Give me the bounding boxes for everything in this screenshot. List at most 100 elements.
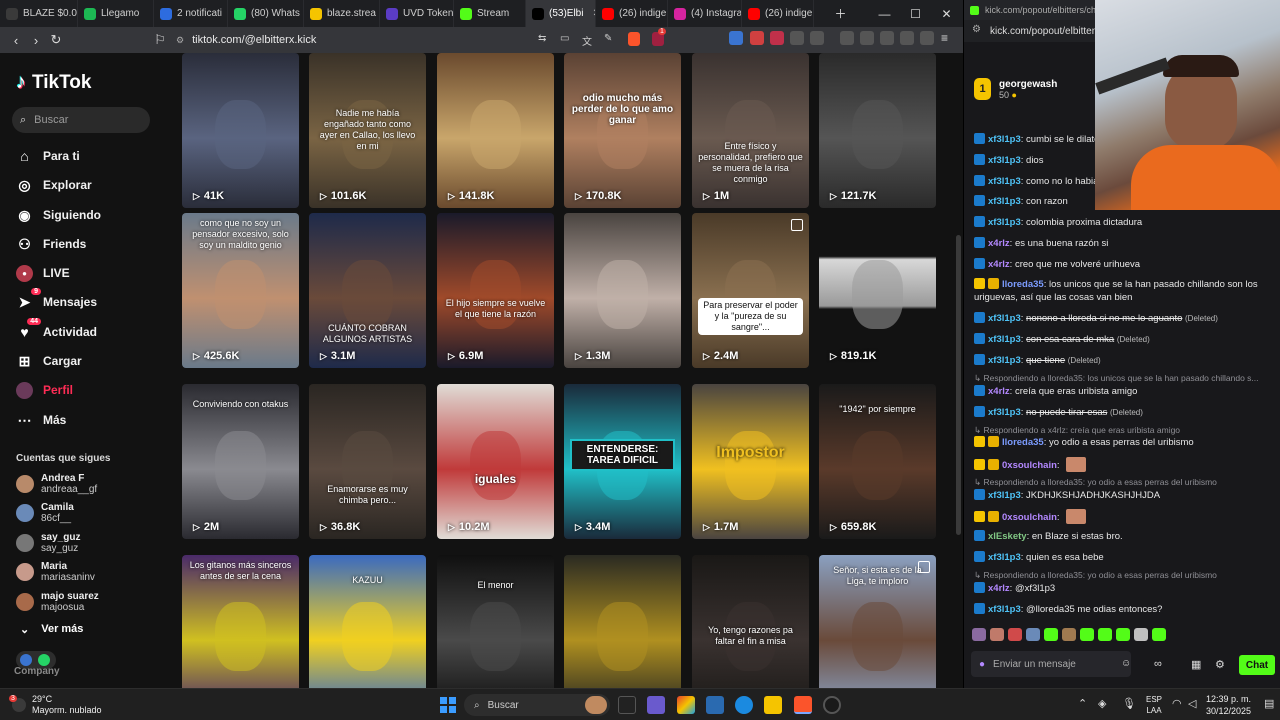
store-app-icon[interactable]: [706, 696, 724, 714]
chat-username[interactable]: lloreda35: [1002, 437, 1044, 448]
obs-icon[interactable]: [823, 696, 841, 714]
nav-item-live[interactable]: ● LIVE: [16, 263, 70, 283]
emote-shortcut-icon[interactable]: [1134, 628, 1148, 641]
settings-icon[interactable]: ⚙: [1215, 658, 1225, 671]
windows-start-icon[interactable]: [440, 697, 456, 713]
emote-shortcut-icon[interactable]: [990, 628, 1004, 641]
task-view-icon[interactable]: [618, 696, 636, 714]
infinity-icon[interactable]: ∞: [1154, 658, 1162, 670]
video-thumbnail[interactable]: Conviviendo con otakus ▷ 2M: [182, 384, 299, 539]
pinned-username[interactable]: georgewash: [999, 79, 1057, 90]
brave-taskbar-icon[interactable]: [794, 696, 812, 714]
wifi-icon[interactable]: ◠: [1172, 697, 1182, 710]
video-thumbnail[interactable]: Yo, tengo razones pa faltar el fin a mis…: [692, 555, 809, 688]
nav-item-explorar[interactable]: ◎ Explorar: [16, 175, 91, 195]
video-thumbnail[interactable]: Enamorarse es muy chimba pero... ▷ 36.8K: [309, 384, 426, 539]
video-thumbnail[interactable]: Impostor ▷ 1.7M: [692, 384, 809, 539]
media-icon[interactable]: [840, 31, 854, 45]
chat-username[interactable]: xf3l1p3: [988, 604, 1021, 615]
chat-username[interactable]: x4rlz: [988, 238, 1010, 249]
nav-item-actividad[interactable]: ♥ 44 Actividad: [16, 317, 97, 342]
weather-widget[interactable]: 3 29°C Mayorm. nublado: [9, 694, 102, 716]
language-indicator[interactable]: ESP LAA: [1146, 694, 1162, 716]
emote-shortcut-icon[interactable]: [1080, 628, 1094, 641]
video-thumbnail[interactable]: "1942" por siempre ▷ 659.8K: [819, 384, 936, 539]
chat-username[interactable]: xf3l1p3: [988, 176, 1021, 187]
emote-shortcut-icon[interactable]: [972, 628, 986, 641]
following-account[interactable]: Camila 86cf__: [16, 500, 74, 526]
video-thumbnail[interactable]: ENTENDERSE: TAREA DIFICIL ▷ 3.4M: [564, 384, 681, 539]
search-input[interactable]: ⌕ Buscar: [12, 107, 150, 133]
video-thumbnail[interactable]: iguales ▷ 10.2M: [437, 384, 554, 539]
share-icon[interactable]: ⇆: [538, 33, 546, 44]
brave-rewards-icon[interactable]: 1: [652, 28, 666, 46]
nav-item-para-ti[interactable]: ⌂ Para ti: [16, 146, 79, 166]
url-field[interactable]: ⚙ tiktok.com/@elbitterx.kick: [176, 32, 316, 48]
see-more-button[interactable]: ⌄ Ver más: [20, 623, 83, 636]
emote-shortcut-icon[interactable]: [1062, 628, 1076, 641]
forward-icon[interactable]: ›: [26, 30, 46, 50]
chat-username[interactable]: xf3l1p3: [988, 334, 1021, 345]
file-explorer-icon[interactable]: [764, 696, 782, 714]
site-info-icon[interactable]: ⚙: [176, 35, 184, 46]
browser-tab[interactable]: Stream: [454, 0, 526, 27]
browser-tab[interactable]: (26) indige: [596, 0, 668, 27]
volume-icon[interactable]: ◁: [1188, 697, 1196, 710]
brave-shield-icon[interactable]: [628, 32, 640, 46]
bookmark-icon[interactable]: ⚐: [150, 30, 170, 50]
browser-tab[interactable]: (4) Instagra: [668, 0, 742, 27]
tray-mic-icon[interactable]: 🎙: [1122, 697, 1136, 710]
back-icon[interactable]: ‹: [6, 30, 26, 50]
chat-username[interactable]: xf3l1p3: [988, 490, 1021, 501]
video-thumbnail[interactable]: ▷ 1.3M: [564, 213, 681, 368]
nav-item-siguiendo[interactable]: ◉ Siguiendo: [16, 205, 101, 225]
emote-shortcut-icon[interactable]: [1026, 628, 1040, 641]
scrollbar[interactable]: [956, 235, 961, 535]
browser-tab[interactable]: (80) Whats: [228, 0, 304, 27]
emote-shortcut-icon[interactable]: [1152, 628, 1166, 641]
following-account[interactable]: say_guz say_guz: [16, 530, 80, 556]
nav-item-perfil[interactable]: ● Perfil: [16, 380, 73, 400]
browser-tab[interactable]: blaze.strea: [304, 0, 380, 27]
nav-item-mensajes[interactable]: ➤ 9 Mensajes: [16, 287, 97, 312]
video-thumbnail[interactable]: ▷ 41K: [182, 53, 299, 208]
translate-icon[interactable]: 文: [582, 33, 592, 48]
chat-username[interactable]: xf3l1p3: [988, 355, 1021, 366]
video-thumbnail[interactable]: El hijo siempre se vuelve el que tiene l…: [437, 213, 554, 368]
extension-translate-icon[interactable]: [729, 31, 743, 45]
nav-item-cargar[interactable]: ⊞ Cargar: [16, 351, 82, 371]
chat-username[interactable]: xf3l1p3: [988, 134, 1021, 145]
company-link[interactable]: Company: [14, 666, 60, 677]
following-account[interactable]: Maria mariasaninv: [16, 559, 95, 585]
store-icon[interactable]: ▦: [1191, 658, 1201, 671]
new-tab-button[interactable]: ＋: [825, 0, 856, 27]
sidebar-icon[interactable]: [860, 31, 874, 45]
notifications-icon[interactable]: ▤: [1264, 697, 1274, 710]
chat-username[interactable]: 0xsoulchain: [1002, 460, 1057, 471]
snipping-tool-icon[interactable]: [647, 696, 665, 714]
reload-icon[interactable]: ↻: [46, 30, 66, 50]
microphone-icon[interactable]: ●: [979, 659, 985, 670]
video-thumbnail[interactable]: ▷ 121.7K: [819, 53, 936, 208]
chat-username[interactable]: xf3l1p3: [988, 552, 1021, 563]
chat-username[interactable]: x4rlz: [988, 259, 1010, 270]
clock[interactable]: 12:39 p. m. 30/12/2025: [1206, 693, 1251, 717]
video-thumbnail[interactable]: Entre físico y personalidad, prefiero qu…: [692, 53, 809, 208]
menu-icon[interactable]: ≡: [941, 31, 955, 45]
following-account[interactable]: majo suarez majoosua: [16, 589, 99, 615]
emote-shortcut-icon[interactable]: [1116, 628, 1130, 641]
tray-app-icon[interactable]: ◈: [1098, 697, 1106, 710]
wallet-icon[interactable]: [880, 31, 894, 45]
chat-username[interactable]: xf3l1p3: [988, 407, 1021, 418]
chat-input[interactable]: ● Enviar un mensaje: [971, 651, 1131, 677]
extension-puzzle-icon[interactable]: [790, 31, 804, 45]
video-thumbnail[interactable]: CUÁNTO COBRAN ALGUNOS ARTISTAS ▷ 3.1M: [309, 213, 426, 368]
extension-box-icon[interactable]: [810, 31, 824, 45]
close-window-button[interactable]: ✕: [931, 0, 962, 27]
chat-username[interactable]: xf3l1p3: [988, 196, 1021, 207]
tray-chevron-icon[interactable]: ⌃: [1078, 697, 1087, 710]
chat-username[interactable]: xf3l1p3: [988, 155, 1021, 166]
copilot-icon[interactable]: [677, 696, 695, 714]
chat-username[interactable]: xf3l1p3: [988, 217, 1021, 228]
emote-shortcut-icon[interactable]: [1008, 628, 1022, 641]
